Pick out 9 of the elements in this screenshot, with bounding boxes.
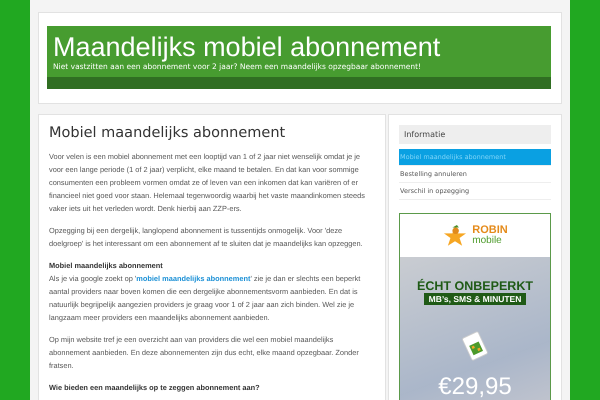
widget-title: Informatie <box>399 125 551 144</box>
article-title: Mobiel maandelijks abonnement <box>49 125 286 141</box>
ad-headline: ÉCHT ONBEPERKT <box>417 279 533 293</box>
brand-name: ROBIN <box>472 225 508 236</box>
star-mascot-icon <box>442 224 468 248</box>
ad-subline: MB’s, SMS & MINUTEN <box>424 293 526 305</box>
ad-price: €29,95 <box>438 373 512 400</box>
advertisement-banner[interactable]: ROBIN mobile ÉCHT ONBEPERKT MB’s, SMS & MINUTEN €29,95 <box>399 213 551 400</box>
brand-subname: mobile <box>472 236 503 246</box>
